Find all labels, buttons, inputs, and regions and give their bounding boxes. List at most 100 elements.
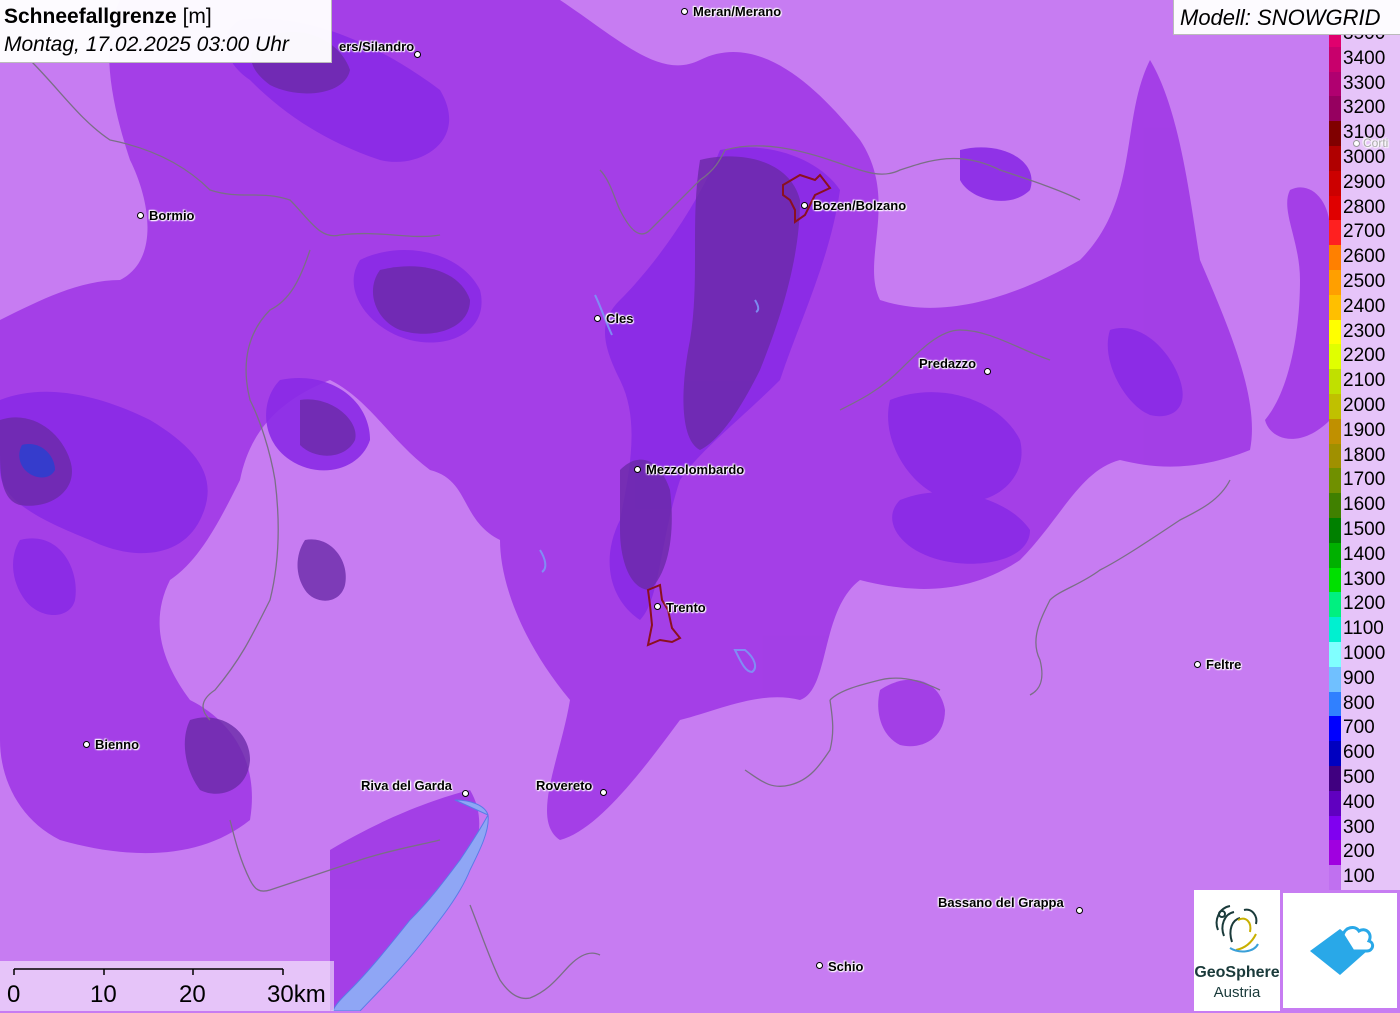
scale-label-0: 0	[7, 981, 21, 1008]
legend-row-1400: 1400	[1329, 542, 1400, 568]
city-label-bassano: Bassano del Grappa	[938, 895, 1064, 910]
legend-row-500: 500	[1329, 766, 1400, 791]
legend-row-2100: 2100	[1329, 369, 1400, 394]
city-dot-meran	[681, 8, 688, 15]
legend-swatch	[1329, 319, 1341, 345]
legend-swatch	[1329, 294, 1341, 320]
legend-label: 1600	[1343, 494, 1386, 516]
legend-row-1600: 1600	[1329, 493, 1400, 518]
legend-label: 500	[1343, 767, 1375, 788]
legend-row-3500: 3500	[1329, 35, 1400, 47]
legend-label: 300	[1343, 816, 1375, 838]
legend-row-2800: 2800	[1329, 195, 1400, 221]
city-dot-bienno	[83, 741, 90, 748]
legend-row-2200: 2200	[1329, 344, 1400, 370]
legend-label: 600	[1343, 742, 1375, 764]
weather-app-logo[interactable]	[1283, 893, 1397, 1008]
legend-swatch	[1329, 418, 1341, 444]
legend-swatch	[1329, 468, 1341, 494]
map-datetime: Montag, 17.02.2025 03:00 Uhr	[4, 33, 289, 56]
city-dot-bassano	[1076, 907, 1083, 914]
legend-label: 1100	[1343, 618, 1384, 640]
legend-row-1900: 1900	[1329, 418, 1400, 444]
legend-swatch	[1329, 815, 1341, 841]
legend-row-2300: 2300	[1329, 319, 1400, 345]
legend-row-800: 800	[1329, 691, 1400, 717]
city-dot-mezzolombardo	[634, 466, 641, 473]
legend-swatch	[1329, 865, 1341, 890]
map-title-box: Schneefallgrenze [m] Montag, 17.02.2025 …	[0, 0, 332, 63]
geosphere-logo[interactable]: GeoSphere Austria	[1194, 890, 1280, 1011]
scale-label-30km: 30km	[267, 981, 326, 1008]
city-dot-predazzo	[984, 368, 991, 375]
legend-swatch	[1329, 790, 1341, 816]
legend-label: 400	[1343, 791, 1375, 813]
legend-label: 2900	[1343, 171, 1386, 193]
city-dot-trento	[654, 603, 661, 610]
legend-row-200: 200	[1329, 840, 1400, 866]
legend-label: 1400	[1343, 543, 1386, 565]
legend-swatch	[1329, 518, 1341, 543]
legend-swatch	[1329, 46, 1341, 72]
legend-row-1300: 1300	[1329, 567, 1400, 593]
legend-row-1700: 1700	[1329, 468, 1400, 494]
legend-swatch	[1329, 741, 1341, 766]
legend-swatch	[1329, 270, 1341, 295]
legend-label: 1500	[1343, 519, 1386, 540]
legend-swatch	[1329, 592, 1341, 618]
scale-label-20: 20	[179, 981, 206, 1008]
legend-swatch	[1329, 443, 1341, 469]
legend-label: 3200	[1343, 97, 1386, 119]
city-label-feltre: Feltre	[1206, 657, 1242, 672]
legend-swatch	[1329, 394, 1341, 419]
legend-swatch	[1329, 71, 1341, 97]
cloud-diamond-icon	[1310, 926, 1375, 975]
geosphere-logo-icon	[1215, 905, 1259, 953]
legend-row-2400: 2400	[1329, 294, 1400, 320]
snowline-map[interactable]	[0, 0, 1400, 1011]
legend-swatch	[1329, 691, 1341, 717]
city-label-trento: Trento	[666, 600, 706, 615]
city-dot-riva	[462, 790, 469, 797]
legend-swatch	[1329, 766, 1341, 791]
city-label-mezzolombardo: Mezzolombardo	[646, 462, 745, 477]
legend-label: 2700	[1343, 221, 1386, 243]
city-label-silandro: ers/Silandro	[339, 39, 415, 54]
legend-row-1000: 1000	[1329, 642, 1400, 667]
city-dot-bormio	[137, 212, 144, 219]
legend-row-2600: 2600	[1329, 245, 1400, 270]
model-label: Modell: SNOWGRID	[1173, 0, 1400, 35]
legend-swatch	[1329, 542, 1341, 568]
legend-label: 2500	[1343, 271, 1386, 292]
legend-row-1500: 1500	[1329, 518, 1400, 543]
legend-row-1800: 1800	[1329, 443, 1400, 469]
legend-label: 3500	[1343, 35, 1385, 46]
legend-label: 2200	[1343, 345, 1386, 367]
legend-row-1200: 1200	[1329, 592, 1400, 618]
legend-label: 1200	[1343, 593, 1386, 615]
city-dot-cles	[594, 315, 601, 322]
legend-label: 2800	[1343, 196, 1386, 218]
legend-label: 1000	[1343, 643, 1386, 664]
legend-row-2900: 2900	[1329, 170, 1400, 196]
legend-label: 900	[1343, 667, 1375, 689]
city-dot-bolzano	[801, 202, 808, 209]
city-label-riva: Riva del Garda	[361, 778, 453, 793]
legend-swatch	[1329, 716, 1341, 742]
city-label-corti: Corti	[1363, 136, 1389, 150]
legend-label: 3400	[1343, 47, 1386, 69]
legend-row-600: 600	[1329, 741, 1400, 766]
color-legend: 3500340033003200310030002900280027002600…	[1329, 35, 1400, 890]
legend-swatch	[1329, 344, 1341, 370]
legend-label: 800	[1343, 692, 1375, 714]
city-label-bienno: Bienno	[95, 737, 140, 752]
legend-row-700: 700	[1329, 716, 1400, 742]
legend-swatch	[1329, 35, 1341, 47]
legend-swatch	[1329, 840, 1341, 866]
city-dot-feltre	[1194, 661, 1201, 668]
legend-row-100: 100	[1329, 865, 1400, 890]
legend-row-900: 900	[1329, 666, 1400, 692]
legend-row-300: 300	[1329, 815, 1400, 841]
city-label-cles: Cles	[606, 311, 634, 326]
legend-label: 1700	[1343, 469, 1386, 491]
